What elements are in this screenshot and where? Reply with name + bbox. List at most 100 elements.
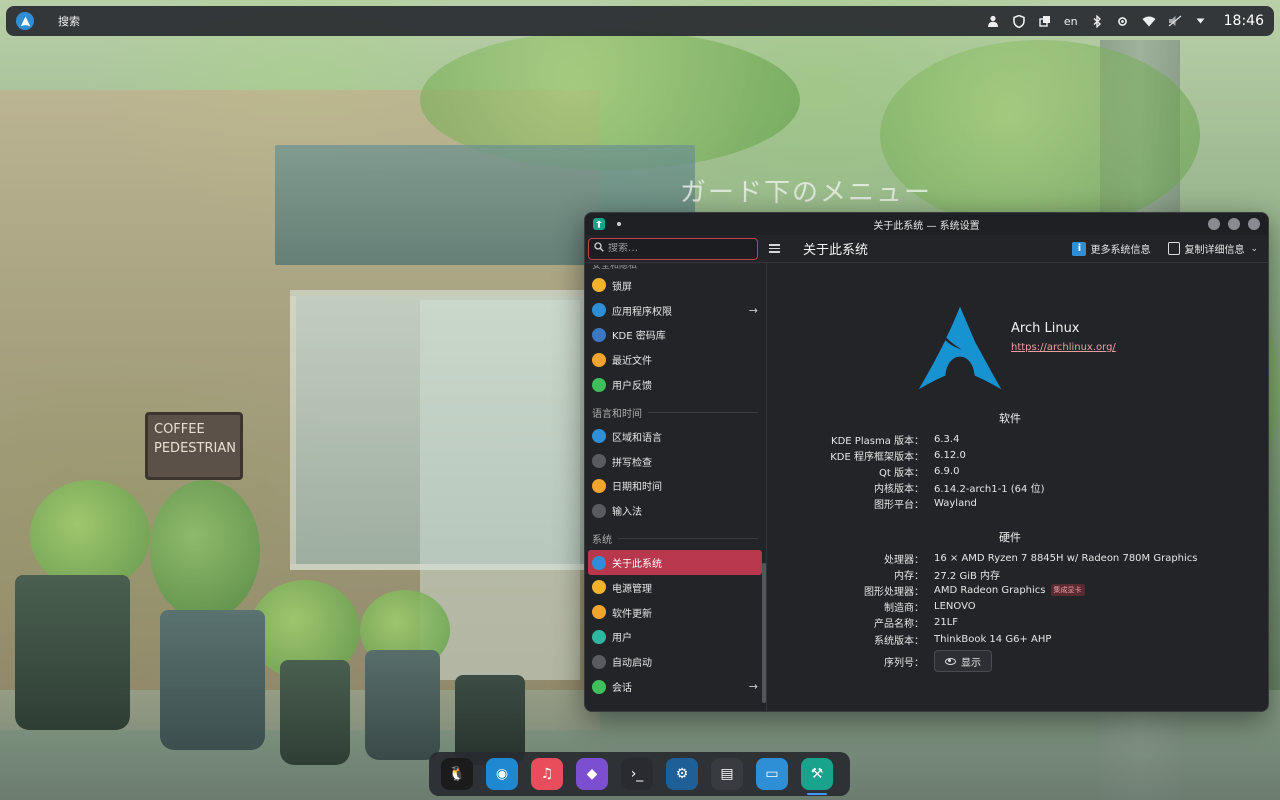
sidebar-item[interactable]: 日期和时间: [588, 474, 762, 499]
info-icon: [592, 555, 606, 570]
sidebar-item[interactable]: 拼写检查: [588, 449, 762, 474]
sidebar-item-label: 应用程序权限: [612, 306, 672, 318]
info-row: KDE 程序框架版本： 6.12.0: [767, 447, 1253, 463]
pin-icon[interactable]: [617, 222, 621, 226]
recent-files-icon: [592, 352, 606, 367]
sidebar-item[interactable]: 应用程序权限 →: [588, 298, 762, 323]
arch-launcher-icon[interactable]: [16, 12, 34, 30]
volume-muted-icon[interactable]: [1168, 14, 1182, 28]
info-row: 图形平台： Wayland: [767, 496, 1253, 512]
tray-expand-icon[interactable]: [1194, 14, 1208, 28]
steam-icon[interactable]: ⚙: [666, 758, 698, 790]
wallpaper-pot: [15, 575, 130, 730]
sidebar-item[interactable]: 会话 →: [588, 674, 762, 699]
wifi-icon[interactable]: [1142, 14, 1156, 28]
info-value: 6.14.2-arch1-1 (64 位): [924, 480, 1045, 495]
sidebar-item[interactable]: KDE 密码库: [588, 323, 762, 348]
window-controls: [1208, 218, 1260, 230]
info-key: KDE 程序框架版本：: [830, 451, 924, 463]
hamburger-menu-icon[interactable]: [763, 244, 785, 253]
sidebar-item[interactable]: 用户反馈: [588, 372, 762, 397]
gpu-type-badge: 集成显卡: [1050, 584, 1085, 597]
system-monitor-icon[interactable]: ▤: [711, 758, 743, 790]
bluetooth-icon[interactable]: [1090, 14, 1104, 28]
serial-number-key: 序列号：: [884, 657, 924, 669]
minimize-button[interactable]: [1208, 218, 1220, 230]
close-button[interactable]: [1248, 218, 1260, 230]
arch-linux-logo: [918, 306, 1002, 390]
coffee-sign-line: COFFEE: [154, 422, 205, 437]
settings-search-box[interactable]: [588, 237, 758, 260]
copy-details-button[interactable]: 复制详细信息 ⌄: [1168, 241, 1258, 256]
feedback-icon: [592, 377, 606, 392]
info-value-text: 16 × AMD Ryzen 7 8845H w/ Radeon 780M Gr…: [934, 552, 1198, 564]
sidebar-section-heading: 安全和隐私: [592, 265, 638, 271]
info-key: Qt 版本：: [879, 467, 924, 479]
music-icon[interactable]: ♫: [531, 758, 563, 790]
wallpaper-pot: [280, 660, 350, 765]
obsidian-icon[interactable]: ◆: [576, 758, 608, 790]
sidebar-item[interactable]: 用户: [588, 625, 762, 650]
sidebar-item-label: 用户: [612, 633, 632, 645]
show-serial-button[interactable]: 显示: [934, 650, 992, 672]
window-title: 关于此系统 — 系统设置: [873, 220, 980, 232]
info-value: 27.2 GiB 内存: [924, 567, 1000, 582]
arrow-right-icon: →: [748, 680, 758, 694]
sidebar-scrollbar[interactable]: [762, 563, 766, 703]
window-titlebar[interactable]: 关于此系统 — 系统设置: [585, 213, 1268, 235]
info-value-text: Wayland: [934, 498, 977, 510]
sidebar-item[interactable]: 软件更新: [588, 600, 762, 625]
top-panel: 搜索 en 18:46: [6, 6, 1274, 36]
serial-number-row: 序列号： 显示: [767, 650, 1253, 672]
copy-icon: [1168, 242, 1181, 255]
terminal-icon[interactable]: ›_: [621, 758, 653, 790]
distro-name: Arch Linux: [1011, 321, 1080, 336]
windows-icon[interactable]: [1038, 14, 1052, 28]
info-value: 6.12.0: [924, 450, 966, 461]
edge-icon[interactable]: ◉: [486, 758, 518, 790]
sidebar-item[interactable]: 最近文件: [588, 347, 762, 372]
maximize-button[interactable]: [1228, 218, 1240, 230]
info-key: 内核版本：: [874, 484, 924, 496]
spellcheck-icon: [592, 454, 606, 469]
show-serial-label: 显示: [961, 657, 981, 669]
keyboard-layout-indicator[interactable]: en: [1064, 15, 1078, 28]
user-icon[interactable]: [986, 14, 1000, 28]
wallpaper-pot: [365, 650, 440, 760]
arrow-right-icon: →: [748, 303, 758, 317]
settings-search-input[interactable]: [608, 243, 738, 254]
shield-icon[interactable]: [1012, 14, 1026, 28]
info-row: 内核版本： 6.14.2-arch1-1 (64 位): [767, 480, 1253, 496]
sidebar-item-label: 关于此系统: [612, 559, 662, 571]
more-system-info-button[interactable]: i 更多系统信息: [1072, 241, 1150, 256]
sidebar-item-label: 输入法: [612, 507, 642, 519]
qq-icon[interactable]: 🐧: [441, 758, 473, 790]
distro-website-link[interactable]: https://archlinux.org/: [1011, 342, 1116, 353]
sidebar-item[interactable]: 区域和语言: [588, 424, 762, 449]
sidebar-item[interactable]: 输入法: [588, 498, 762, 523]
wallpaper-sign: ガード下のメニュー: [680, 178, 933, 208]
settings-app-icon[interactable]: [593, 218, 605, 230]
sidebar-item[interactable]: 关于此系统: [588, 550, 762, 575]
info-key: 内存：: [894, 570, 924, 582]
folder-icon[interactable]: ▭: [756, 758, 788, 790]
panel-search-button[interactable]: 搜索: [58, 13, 80, 29]
wallpaper-pot: [160, 610, 265, 750]
settings-app-icon[interactable]: ⚒: [801, 758, 833, 795]
sidebar-item-label: 会话: [612, 683, 632, 695]
settings-sidebar: 安全和隐私 锁屏 应用程序权限 → KDE 密码库 最近文件 用户反馈 语言和时间 区域和语言…: [585, 263, 767, 711]
page-title: 关于此系统: [803, 243, 869, 258]
sidebar-item[interactable]: 电源管理: [588, 575, 762, 600]
sidebar-item[interactable]: 自动启动: [588, 649, 762, 674]
software-heading: 软件: [999, 412, 1021, 425]
clock-icon: [592, 478, 606, 493]
info-icon: i: [1072, 241, 1087, 256]
wallpaper-plant: [30, 480, 150, 590]
brightness-icon[interactable]: [1116, 14, 1130, 28]
info-value: Wayland: [924, 498, 977, 509]
panel-clock[interactable]: 18:46: [1224, 13, 1264, 29]
sidebar-item[interactable]: 锁屏: [588, 273, 762, 298]
info-value: 16 × AMD Ryzen 7 8845H w/ Radeon 780M Gr…: [924, 553, 1198, 564]
settings-header: 关于此系统 i 更多系统信息 复制详细信息 ⌄: [585, 235, 1268, 263]
chevron-down-icon[interactable]: ⌄: [1250, 244, 1258, 254]
